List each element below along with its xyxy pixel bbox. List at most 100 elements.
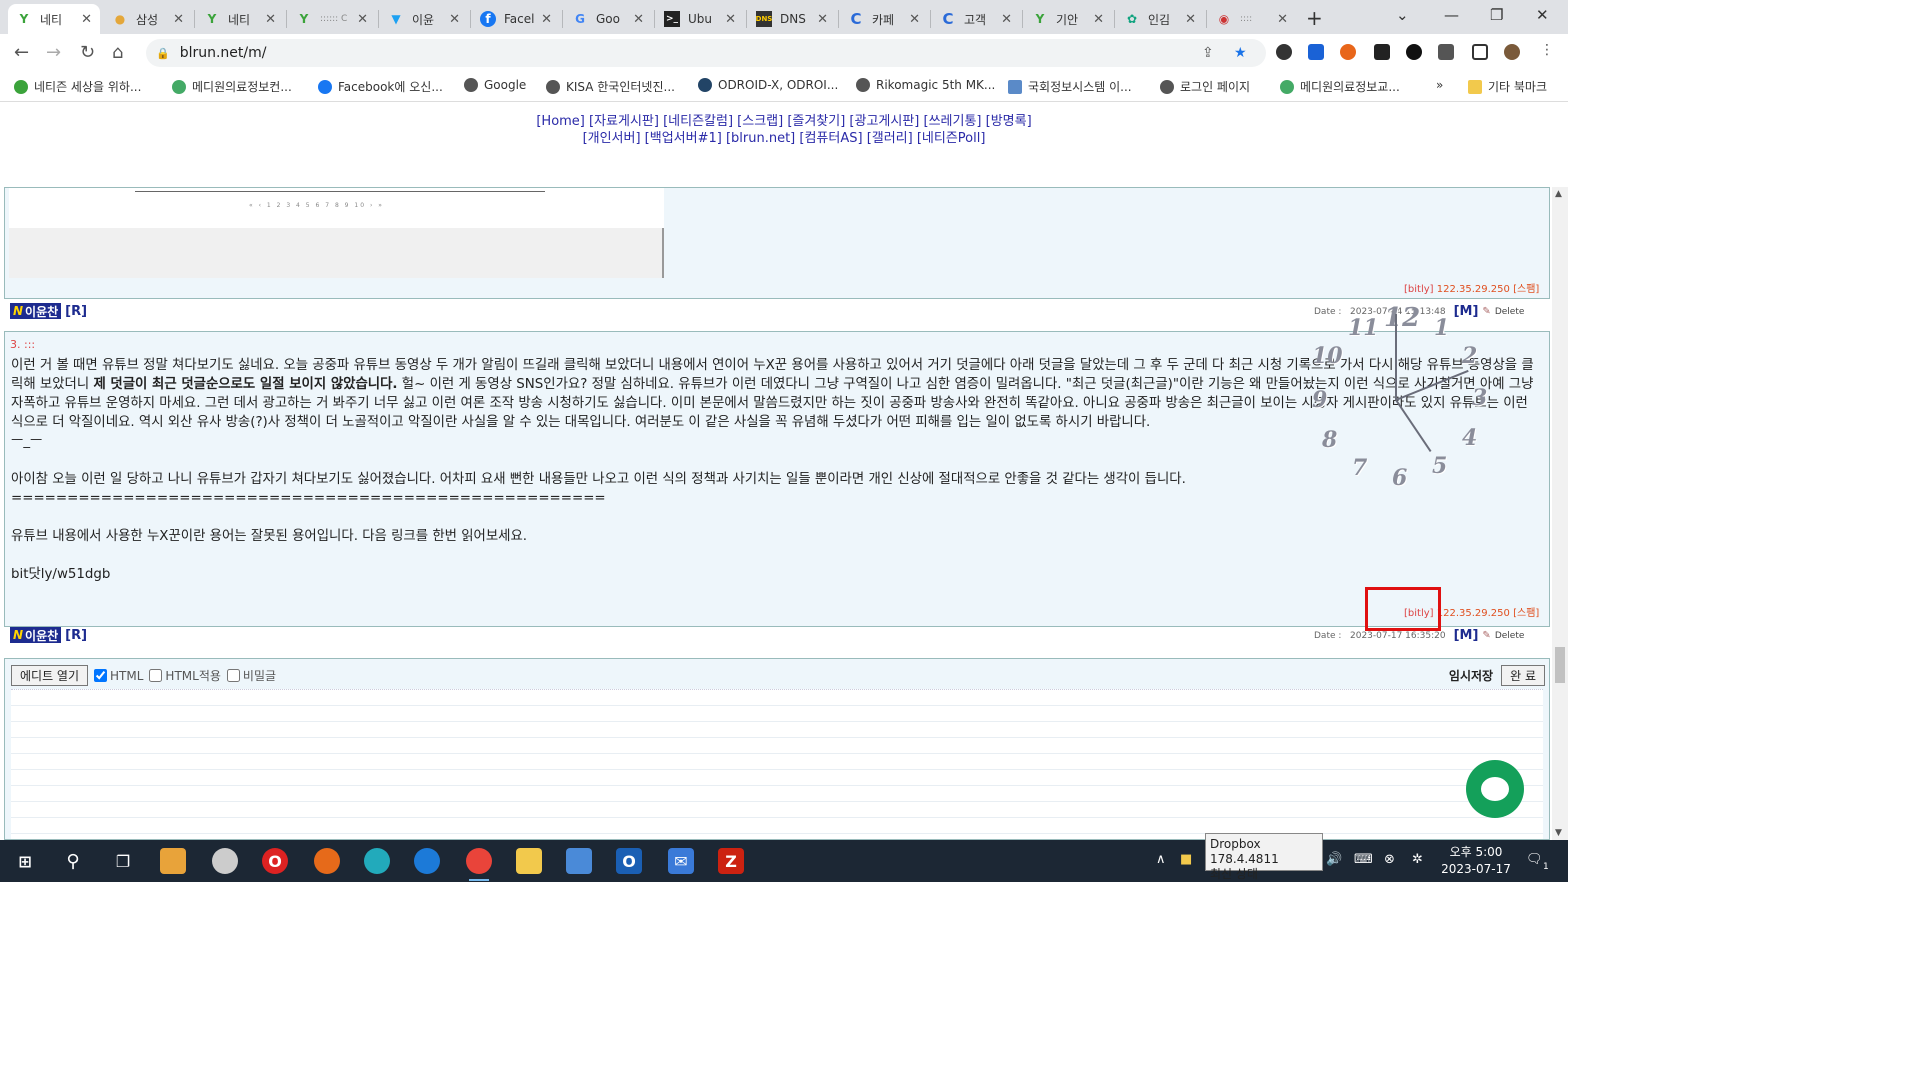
keyboard-icon[interactable]: ⌨ <box>1354 852 1373 867</box>
close-icon[interactable]: ✕ <box>725 12 736 27</box>
extension-icon[interactable] <box>1276 44 1292 60</box>
secret-checkbox-label[interactable]: 비밀글 <box>226 667 276 684</box>
bookmark-5[interactable]: KISA 한국인터넷진... <box>546 78 675 95</box>
author-badge[interactable]: N 이윤찬 <box>10 303 62 319</box>
bookmark-1[interactable]: 네티즌 세상을 위하... <box>14 78 141 95</box>
chrome-icon[interactable] <box>466 848 492 881</box>
site-nav-line2[interactable]: [개인서버] [백업서버#1] [blrun.net] [컴퓨터AS] [갤러리… <box>0 130 1568 147</box>
close-icon[interactable]: ✕ <box>449 12 460 27</box>
close-icon[interactable]: ✕ <box>265 12 276 27</box>
close-icon[interactable]: ✕ <box>357 12 368 27</box>
lock-icon[interactable]: 🔒 <box>156 47 170 60</box>
close-icon[interactable]: ✕ <box>81 12 92 27</box>
delete-link[interactable]: Delete <box>1495 307 1525 317</box>
kakaotalk-icon[interactable]: ■ <box>1180 852 1192 867</box>
scrollbar-thumb[interactable] <box>1555 647 1565 683</box>
search-icon[interactable]: ⚲ <box>60 848 86 874</box>
filezilla-icon[interactable]: Z <box>718 848 744 874</box>
pencil-icon[interactable]: ✎ <box>1482 630 1490 641</box>
html-checkbox[interactable] <box>94 669 108 682</box>
other-bookmarks[interactable]: 기타 북마크 <box>1468 78 1547 95</box>
outlook-icon[interactable]: O <box>616 848 642 874</box>
short-link[interactable]: bit닷ly/w51dgb <box>11 565 1541 584</box>
site-nav-line1[interactable]: [Home] [자료게시판] [네티즌칼럼] [스크랩] [즐겨찾기] [광고게… <box>0 113 1568 130</box>
tab-1[interactable]: Y 네티 ✕ <box>8 4 100 34</box>
url-input[interactable] <box>179 45 1080 61</box>
firefox-icon[interactable] <box>314 848 340 874</box>
html-apply-checkbox[interactable] <box>149 669 163 682</box>
pencil-icon[interactable]: ✎ <box>1482 306 1490 317</box>
tab-search-icon[interactable]: ⌄ <box>1396 6 1409 24</box>
menu-icon[interactable]: ⋮ <box>1540 42 1554 58</box>
app-icon[interactable] <box>212 848 238 874</box>
tab-3[interactable]: Y 네티 ✕ <box>196 4 284 34</box>
close-icon[interactable]: ✕ <box>1185 12 1196 27</box>
sidebar-icon[interactable] <box>1472 44 1488 60</box>
forward-icon[interactable]: → <box>46 42 61 63</box>
binary-icon[interactable] <box>1374 44 1390 60</box>
file-explorer-icon[interactable] <box>516 848 542 874</box>
tray-chevron-icon[interactable]: ∧ <box>1156 852 1166 867</box>
bookmark-10[interactable]: 메디원의료정보교... <box>1280 78 1400 95</box>
mail-icon[interactable]: ✉ <box>668 848 694 874</box>
task-view-icon[interactable]: ❐ <box>110 848 136 874</box>
close-icon[interactable]: ✕ <box>541 12 552 27</box>
tab-10[interactable]: C 카페 ✕ <box>840 4 928 34</box>
edge-icon[interactable] <box>414 848 440 874</box>
star-icon[interactable]: ★ <box>1234 45 1247 61</box>
reply-link[interactable]: [R] <box>65 304 87 319</box>
open-editor-button[interactable]: 에디트 열기 <box>11 665 89 686</box>
maximize-icon[interactable]: ❐ <box>1490 6 1503 24</box>
puzzle-icon[interactable] <box>1438 44 1454 60</box>
tab-5[interactable]: ▼ 이윤 ✕ <box>380 4 468 34</box>
tab-11[interactable]: C 고객 ✕ <box>932 4 1020 34</box>
scrollbar[interactable]: ▲ ▼ <box>1552 187 1568 840</box>
store-icon[interactable] <box>566 848 592 874</box>
new-tab-button[interactable]: + <box>1306 6 1323 30</box>
wifi-icon[interactable]: ✲ <box>1412 852 1423 867</box>
tab-13[interactable]: ✿ 인김 ✕ <box>1116 4 1204 34</box>
bitly-link[interactable]: [bitly] <box>1404 284 1434 295</box>
minimize-icon[interactable]: — <box>1444 6 1459 24</box>
app-icon[interactable] <box>364 848 390 874</box>
notification-icon[interactable]: 🗨 <box>1526 852 1543 867</box>
spam-link[interactable]: [스팸] <box>1513 608 1539 619</box>
secret-checkbox[interactable] <box>226 669 240 682</box>
spam-link[interactable]: [스팸] <box>1513 284 1539 295</box>
taskbar-clock[interactable]: 오후 5:00 2023-07-17 <box>1436 844 1516 878</box>
bookmark-8[interactable]: 국회정보시스템 이... <box>1008 78 1132 95</box>
close-icon[interactable]: ✕ <box>1277 12 1288 27</box>
bookmarks-more-button[interactable]: » <box>1436 78 1443 92</box>
close-icon[interactable]: ✕ <box>1093 12 1104 27</box>
address-bar[interactable]: 🔒 ⇪ ★ <box>146 39 1266 67</box>
bookmark-6[interactable]: ODROID-X, ODROI... <box>698 78 838 92</box>
bookmark-2[interactable]: 메디원의료정보컨... <box>172 78 292 95</box>
home-icon[interactable]: ⌂ <box>112 42 123 63</box>
comment-textarea[interactable] <box>11 689 1543 839</box>
html-checkbox-label[interactable]: HTML <box>94 669 143 683</box>
modify-link[interactable]: [M] <box>1454 304 1479 319</box>
tab-12[interactable]: Y 기안 ✕ <box>1024 4 1112 34</box>
author-badge[interactable]: N 이윤찬 <box>10 627 62 643</box>
html-apply-checkbox-label[interactable]: HTML적용 <box>149 667 221 684</box>
share-icon[interactable]: ⇪ <box>1202 45 1214 61</box>
app-icon[interactable] <box>160 848 186 874</box>
close-icon[interactable]: ✕ <box>173 12 184 27</box>
network-off-icon[interactable]: ⊗ <box>1384 852 1395 867</box>
tab-9[interactable]: DNS DNS ✕ <box>748 4 836 34</box>
close-icon[interactable]: ✕ <box>1001 12 1012 27</box>
extension-icon[interactable] <box>1340 44 1356 60</box>
windows-start-icon[interactable]: ⊞ <box>12 848 38 874</box>
back-icon[interactable]: ← <box>14 42 29 63</box>
tab-2[interactable]: ● 삼성 ✕ <box>104 4 192 34</box>
volume-icon[interactable]: 🔊 <box>1326 852 1342 867</box>
bookmark-9[interactable]: 로그인 페이지 <box>1160 78 1250 95</box>
tab-8[interactable]: >_ Ubu ✕ <box>656 4 744 34</box>
chat-button[interactable] <box>1466 760 1524 818</box>
temp-save-link[interactable]: 임시저장 <box>1449 667 1493 684</box>
reply-link[interactable]: [R] <box>65 628 87 643</box>
close-icon[interactable]: ✕ <box>633 12 644 27</box>
avatar[interactable] <box>1504 44 1520 60</box>
tab-6[interactable]: f Facel ✕ <box>472 4 560 34</box>
tab-14[interactable]: ◉ :::: ✕ <box>1208 4 1296 34</box>
